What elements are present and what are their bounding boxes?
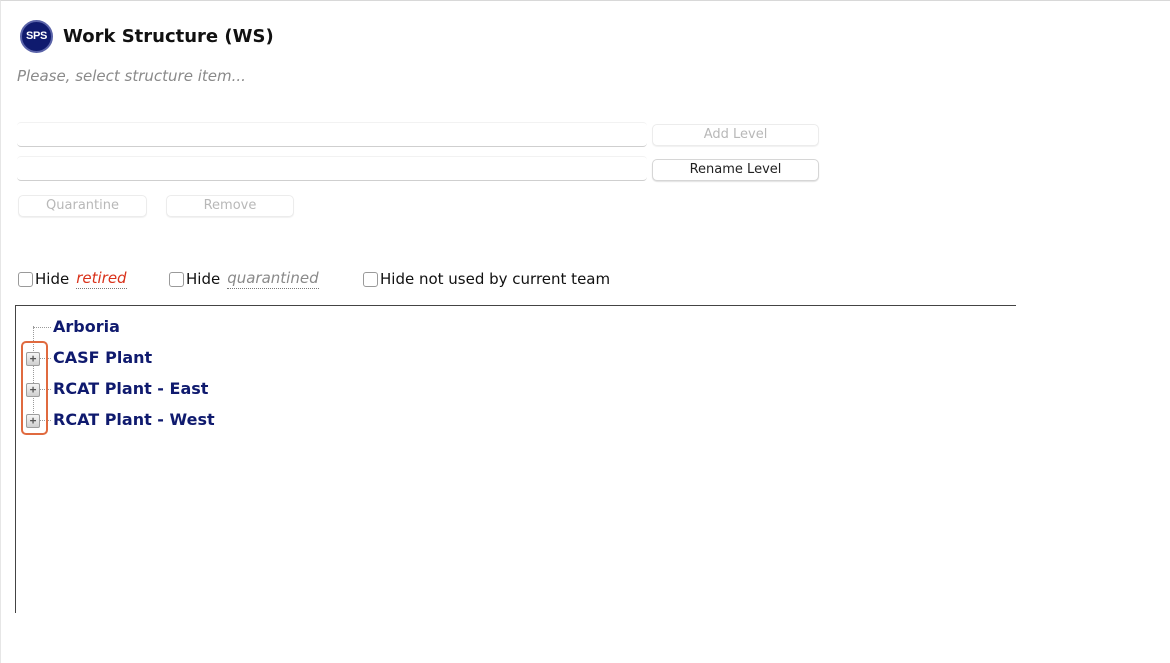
tree-item-label[interactable]: CASF Plant — [53, 348, 152, 367]
quarantined-tag: quarantined — [227, 269, 319, 289]
retired-tag: retired — [76, 269, 127, 289]
structure-tree: Arboria + CASF Plant + RCAT Plant - East… — [15, 305, 1016, 613]
hide-quarantined-filter: Hide quarantined — [169, 268, 319, 290]
selection-hint: Please, select structure item... — [17, 67, 246, 85]
rename-level-button[interactable]: Rename Level — [652, 159, 819, 181]
tree-item-label[interactable]: RCAT Plant - East — [53, 379, 208, 398]
hide-not-used-label: Hide not used by current team — [380, 270, 611, 288]
hide-quarantined-label: Hide — [186, 270, 221, 288]
tree-item-label[interactable]: RCAT Plant - West — [53, 410, 215, 429]
hide-retired-checkbox[interactable] — [18, 271, 33, 287]
quarantine-button[interactable]: Quarantine — [18, 195, 147, 217]
hide-retired-filter: Hide retired — [18, 268, 127, 290]
page-frame: SPS Work Structure (WS) Please, select s… — [0, 0, 1170, 663]
sps-logo: SPS — [20, 19, 53, 53]
level-name-input[interactable] — [17, 122, 647, 147]
remove-button[interactable]: Remove — [166, 195, 294, 217]
expander-highlight-box — [21, 341, 48, 435]
add-level-button[interactable]: Add Level — [652, 124, 819, 146]
hide-retired-label: Hide — [35, 270, 70, 288]
hide-quarantined-checkbox[interactable] — [169, 271, 184, 287]
tree-branch-line — [33, 327, 51, 328]
page-title: Work Structure (WS) — [63, 25, 274, 47]
rename-level-input[interactable] — [17, 156, 647, 181]
hide-not-used-checkbox[interactable] — [363, 271, 378, 287]
hide-not-used-filter: Hide not used by current team — [363, 268, 610, 290]
tree-item-label[interactable]: Arboria — [53, 317, 120, 336]
page-header: SPS Work Structure (WS) — [20, 19, 274, 53]
